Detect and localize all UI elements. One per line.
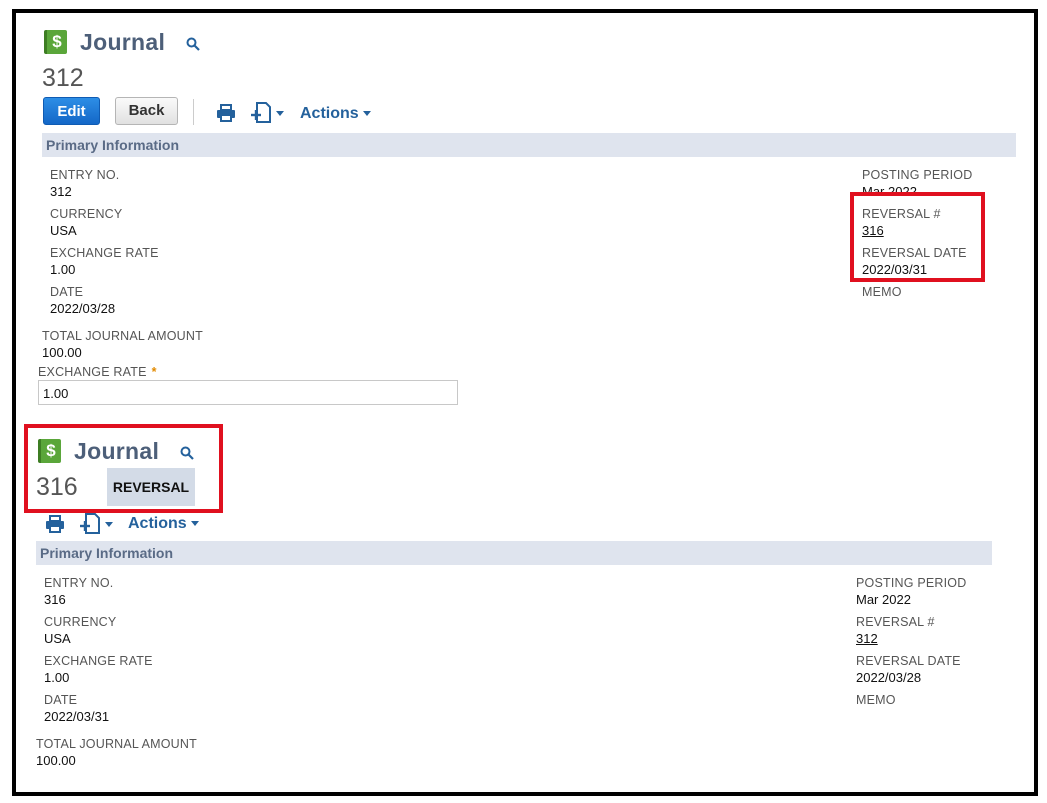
- currency-label: CURRENCY: [50, 207, 123, 221]
- posting-period-label: POSTING PERIOD: [862, 168, 973, 182]
- printer-icon[interactable]: [216, 104, 236, 122]
- date-value: 2022/03/31: [44, 709, 110, 724]
- date-label: DATE: [50, 285, 84, 299]
- exchange-rate-input-label: EXCHANGE RATE *: [38, 365, 157, 379]
- actions-label: Actions: [128, 515, 187, 532]
- exchange-rate-value: 1.00: [50, 262, 76, 277]
- reversal-date-value: 2022/03/28: [856, 670, 922, 685]
- total-journal-amount-value: 100.00: [42, 345, 82, 360]
- entry-no-value: 316: [44, 592, 66, 607]
- exchange-rate-label: EXCHANGE RATE: [44, 654, 153, 668]
- total-journal-amount-value: 100.00: [36, 753, 76, 768]
- section-header-primary-information[interactable]: Primary Information: [42, 133, 1016, 157]
- new-document-icon[interactable]: [250, 102, 286, 124]
- required-marker: *: [151, 365, 157, 379]
- entry-no-value: 312: [50, 184, 72, 199]
- exchange-rate-value: 1.00: [44, 670, 70, 685]
- dollar-ledger-icon: $: [44, 30, 67, 54]
- chevron-down-icon: [362, 111, 371, 117]
- printer-icon[interactable]: [45, 515, 65, 533]
- reversal-date-label: REVERSAL DATE: [856, 654, 961, 668]
- memo-label: MEMO: [862, 285, 902, 299]
- reversal-no-label: REVERSAL #: [856, 615, 935, 629]
- posting-period-label: POSTING PERIOD: [856, 576, 967, 590]
- actions-label: Actions: [300, 105, 359, 122]
- back-button[interactable]: Back: [115, 97, 178, 125]
- record-number: 312: [42, 64, 84, 92]
- posting-period-value: Mar 2022: [856, 592, 911, 607]
- total-journal-amount-label: TOTAL JOURNAL AMOUNT: [36, 737, 197, 751]
- entry-no-label: ENTRY NO.: [44, 576, 114, 590]
- memo-label: MEMO: [856, 693, 896, 707]
- date-value: 2022/03/28: [50, 301, 116, 316]
- total-journal-amount-label: TOTAL JOURNAL AMOUNT: [42, 329, 203, 343]
- date-label: DATE: [44, 693, 78, 707]
- exchange-rate-label: EXCHANGE RATE: [50, 246, 159, 260]
- currency-value: USA: [50, 223, 77, 238]
- page-title: Journal: [80, 29, 166, 55]
- new-document-icon[interactable]: [79, 513, 115, 535]
- chevron-down-icon: [190, 521, 199, 527]
- highlight-box-reversal-fields: [850, 192, 985, 282]
- actions-menu[interactable]: Actions: [128, 515, 199, 533]
- reversal-no-link[interactable]: 312: [856, 631, 878, 646]
- highlight-box-record-header: [24, 424, 223, 513]
- exchange-rate-input[interactable]: 1.00: [38, 380, 458, 405]
- toolbar-divider: [193, 99, 194, 125]
- actions-menu[interactable]: Actions: [300, 105, 371, 123]
- exchange-rate-input-label-text: EXCHANGE RATE: [38, 365, 147, 379]
- section-header-primary-information[interactable]: Primary Information: [36, 541, 992, 565]
- edit-button[interactable]: Edit: [43, 97, 100, 125]
- currency-value: USA: [44, 631, 71, 646]
- search-icon[interactable]: [186, 37, 200, 51]
- currency-label: CURRENCY: [44, 615, 117, 629]
- entry-no-label: ENTRY NO.: [50, 168, 120, 182]
